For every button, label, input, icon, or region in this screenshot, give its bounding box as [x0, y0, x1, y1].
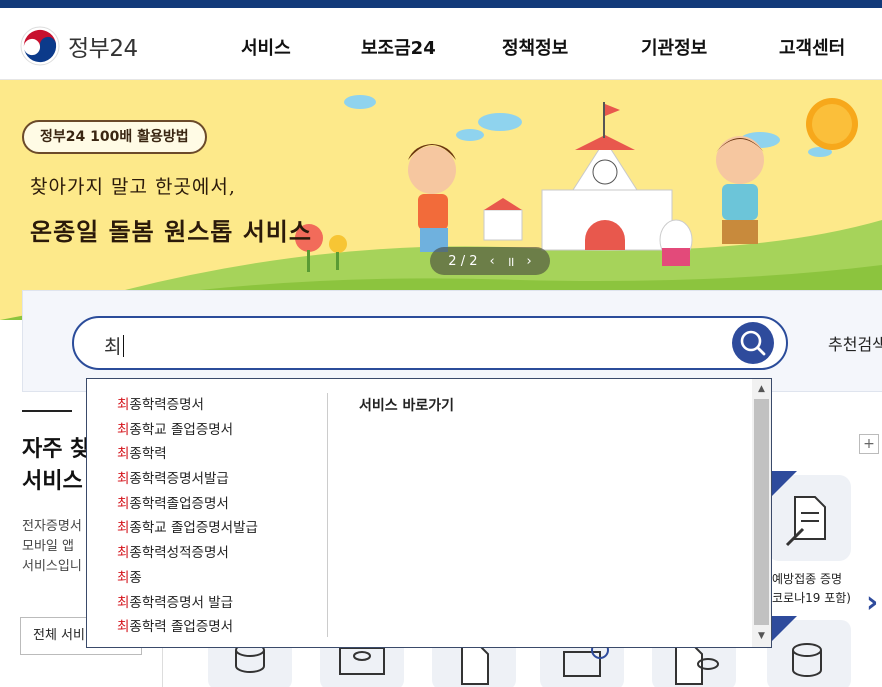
search-query-text: 최	[104, 332, 125, 359]
site-header: 정부24 서비스 보조금24 정책정보 기관정보 고객센터	[0, 8, 882, 80]
search-input[interactable]: 최	[72, 316, 788, 370]
scroll-down-icon[interactable]: ▼	[752, 628, 771, 645]
hero-banner[interactable]: 정부24 100배 활용방법 찾아가지 말고 한곳에서, 온종일 돌봄 원스톱 …	[0, 80, 882, 320]
next-chevron-icon[interactable]: ›	[866, 585, 878, 620]
carousel-next-icon[interactable]: ›	[526, 254, 531, 269]
text-caret	[123, 335, 125, 357]
banner-illustration	[0, 95, 882, 320]
suggestion-item[interactable]: 최종	[117, 566, 258, 591]
vaccine-card-label: 예방접종 증명 코로나19 포함)	[772, 572, 851, 605]
search-icon	[740, 330, 766, 356]
section-title: 자주 찾 서비스	[22, 437, 91, 494]
nav-services[interactable]: 서비스	[241, 34, 291, 60]
suggestion-item[interactable]: 최종학교 졸업증명서	[117, 418, 258, 443]
nav-policy-info[interactable]: 정책정보	[502, 34, 568, 60]
dropdown-scrollbar[interactable]: ▲ ▼	[752, 379, 771, 647]
carousel-controls: 2 / 2 ‹ ॥ ›	[430, 247, 550, 275]
banner-headline-2: 온종일 돌봄 원스톱 서비스	[30, 217, 312, 246]
suggestion-list: 최종학력증명서 최종학교 졸업증명서 최종학력 최종학력증명서발급 최종학력졸업…	[117, 393, 258, 640]
suggestion-item[interactable]: 최종학력증명서 발급	[117, 591, 258, 616]
suggestion-item[interactable]: 최종학력증명서	[117, 393, 258, 418]
suggestion-item[interactable]: 최종학력	[117, 442, 258, 467]
suggestion-item[interactable]: 최종학력성적증명서	[117, 541, 258, 566]
scroll-thumb[interactable]	[754, 399, 769, 625]
suggestion-item[interactable]: 최종학력증명서발급	[117, 467, 258, 492]
nav-agency-info[interactable]: 기관정보	[641, 34, 707, 60]
carousel-pause-icon[interactable]: ॥	[507, 252, 515, 270]
nav-customer-center[interactable]: 고객센터	[779, 34, 845, 60]
main-nav: 서비스 보조금24 정책정보 기관정보 고객센터	[0, 8, 882, 80]
banner-pill-badge: 정부24 100배 활용방법	[22, 120, 207, 154]
more-plus-button[interactable]: +	[859, 434, 879, 454]
section-divider	[22, 410, 72, 412]
section-description: 전자증명서 모바일 앱 서비스입니	[22, 519, 82, 574]
suggestion-item[interactable]: 최종학력졸업증명서	[117, 492, 258, 517]
recommended-search-label[interactable]: 추천검색	[828, 331, 882, 355]
nav-subsidy24[interactable]: 보조금24	[361, 34, 436, 60]
dropdown-divider	[327, 393, 328, 637]
suggestion-item[interactable]: 최종학교 졸업증명서발급	[117, 516, 258, 541]
top-strip	[0, 0, 882, 8]
service-shortcut-title: 서비스 바로가기	[359, 398, 455, 414]
banner-headline-1: 찾아가지 말고 한곳에서,	[30, 176, 236, 198]
suggestion-item[interactable]: 최종학력 졸업증명서	[117, 615, 258, 640]
carousel-prev-icon[interactable]: ‹	[489, 254, 494, 269]
scroll-up-icon[interactable]: ▲	[752, 381, 771, 398]
carousel-counter: 2 / 2	[448, 253, 478, 269]
search-button[interactable]	[732, 322, 774, 364]
autocomplete-dropdown: 최종학력증명서 최종학교 졸업증명서 최종학력 최종학력증명서발급 최종학력졸업…	[86, 378, 772, 648]
